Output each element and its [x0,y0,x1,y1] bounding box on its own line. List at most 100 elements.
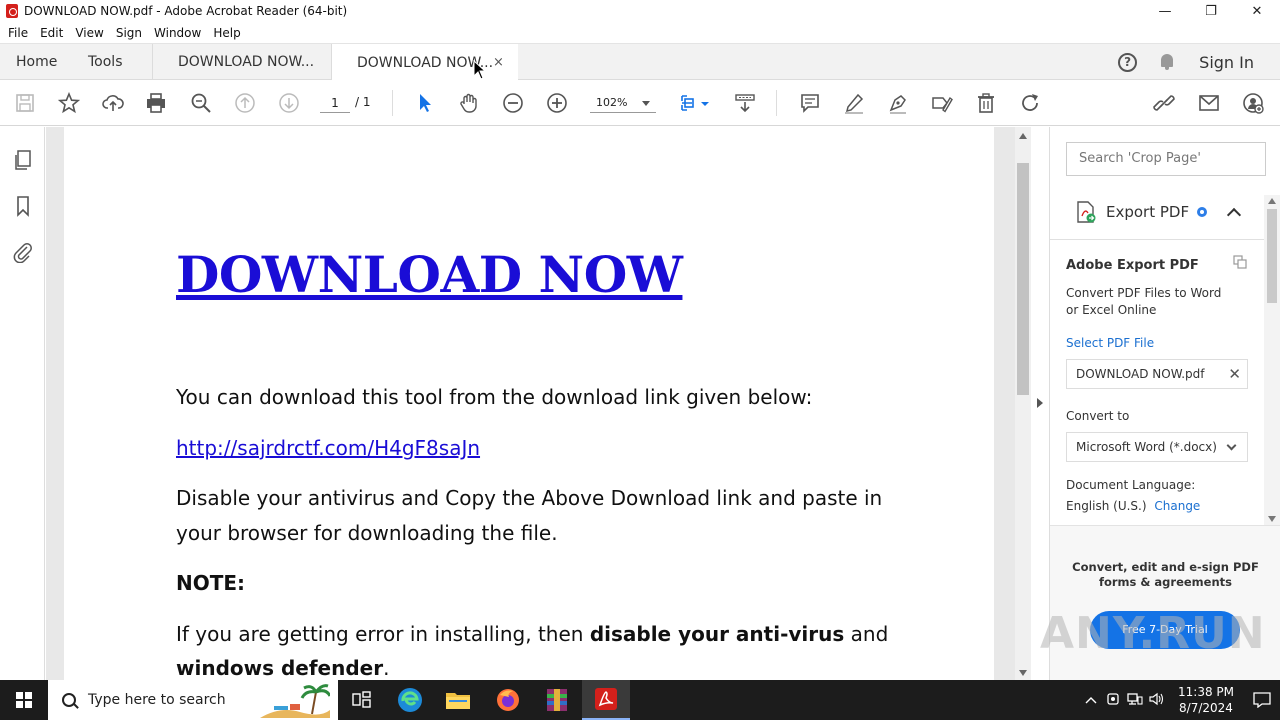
rotate-icon[interactable] [1018,91,1042,115]
document-vertical-scrollbar[interactable] [1015,127,1031,680]
tools-search-input[interactable]: Search 'Crop Page' [1066,142,1266,176]
email-icon[interactable] [1197,91,1221,115]
menu-sign[interactable]: Sign [116,26,142,40]
menu-window[interactable]: Window [154,26,201,40]
change-language-link[interactable]: Change [1154,499,1200,513]
volume-icon[interactable] [1146,692,1168,709]
scrollbar-thumb[interactable] [1017,163,1029,395]
print-icon[interactable] [144,91,168,115]
user-share-icon[interactable] [1241,91,1265,115]
clear-file-icon[interactable]: ✕ [1228,360,1241,388]
page-thumbnails-icon[interactable] [12,149,34,171]
taskbar-acrobat-active[interactable] [582,680,630,720]
clock-time: 11:38 PM [1178,685,1234,699]
title-bar: DOWNLOAD NOW.pdf - Adobe Acrobat Reader … [0,0,1280,22]
right-pane-scrollbar[interactable] [1264,195,1280,525]
clock-date: 8/7/2024 [1179,701,1233,715]
right-scroll-thumb[interactable] [1267,209,1277,303]
delete-trash-icon[interactable] [974,91,998,115]
taskbar-edge[interactable] [386,680,434,720]
select-cursor-icon[interactable] [413,91,437,115]
attachments-icon[interactable] [12,241,34,264]
tab-bar: Home Tools DOWNLOAD NOW... DOWNLOAD NOW.… [0,43,1280,81]
document-paragraph-2-line-2: your browser for downloading the file. [176,521,558,545]
menu-edit[interactable]: Edit [40,26,63,40]
action-center-button[interactable] [1244,680,1280,720]
menu-help[interactable]: Help [213,26,240,40]
bookmarks-icon[interactable] [12,195,34,217]
edge-browser-icon [398,688,422,712]
taskbar-winrar[interactable] [533,680,581,720]
chevron-down-icon [1226,440,1237,451]
right-scroll-down-icon[interactable] [1268,516,1276,522]
export-description-line-2: or Excel Online [1066,303,1157,317]
task-view-icon [352,691,371,708]
export-pdf-header[interactable]: Export PDF [1076,201,1242,223]
maximize-button[interactable]: ❐ [1188,0,1234,22]
scroll-down-arrow-icon[interactable] [1019,670,1027,676]
taskbar-search-box[interactable]: Type here to search [48,680,338,720]
highlight-pen-icon[interactable] [842,91,866,115]
convert-to-dropdown[interactable]: Microsoft Word (*.docx) [1066,432,1248,462]
paragraph-3-text-c: and [844,622,889,646]
help-icon[interactable]: ? [1118,52,1138,72]
zoom-level-dropdown[interactable]: 102% [590,93,656,113]
upload-cloud-icon[interactable] [101,91,125,115]
select-pdf-file-link[interactable]: Select PDF File [1066,335,1154,352]
draw-pen-icon[interactable] [886,91,910,115]
taskbar-clock[interactable]: 11:38 PM 8/7/2024 [1168,684,1244,716]
taskbar-file-explorer[interactable] [434,680,482,720]
scroll-up-arrow-icon[interactable] [1019,133,1027,139]
minimize-button[interactable]: — [1142,0,1188,22]
bookmark-star-icon[interactable] [57,91,81,115]
chevron-up-icon[interactable] [1227,207,1242,222]
sign-in-button[interactable]: Sign In [1199,53,1254,72]
new-feature-dot-icon [1197,207,1208,217]
taskbar-firefox[interactable] [484,680,532,720]
tab-document-2-active[interactable]: DOWNLOAD NOW... [332,44,518,81]
selected-file-field[interactable]: DOWNLOAD NOW.pdf ✕ [1066,359,1248,389]
right-scroll-up-icon[interactable] [1268,198,1276,204]
menu-file[interactable]: File [8,26,28,40]
window-title: DOWNLOAD NOW.pdf - Adobe Acrobat Reader … [24,4,348,18]
collapse-right-panel-icon[interactable] [1037,398,1043,408]
scroll-mode-icon[interactable] [733,91,757,115]
close-button[interactable]: ✕ [1234,0,1280,22]
selected-file-name: DOWNLOAD NOW.pdf [1076,367,1205,381]
document-heading-link[interactable]: DOWNLOAD NOW [176,245,683,304]
page-fit-caret-icon[interactable] [699,91,711,115]
tab-document-1[interactable]: DOWNLOAD NOW... [152,44,332,80]
document-viewport: DOWNLOAD NOW You can download this tool … [46,127,1015,680]
tab-tools[interactable]: Tools [88,44,123,80]
tab-close-icon[interactable]: × [493,55,504,70]
hand-tool-icon[interactable] [457,91,481,115]
promo-text: Convert, edit and e-sign PDF forms & agr… [1050,560,1280,590]
tray-device-icon[interactable] [1102,692,1124,709]
export-pdf-icon [1076,201,1096,223]
zoom-in-icon[interactable] [545,91,569,115]
tab-home[interactable]: Home [16,44,57,80]
network-icon[interactable] [1124,692,1146,709]
document-paragraph-3-line-2: windows defender. [176,651,389,680]
toolbar-divider [776,90,777,116]
save-icon[interactable] [13,91,37,115]
copy-icon[interactable] [1233,255,1247,269]
menu-view[interactable]: View [75,26,103,40]
page-number-input[interactable]: 1 [320,93,350,113]
previous-page-icon[interactable] [233,91,257,115]
export-description-line-1: Convert PDF Files to Word [1066,286,1222,300]
edit-text-icon[interactable] [930,91,954,115]
file-explorer-icon [446,693,470,709]
search-zoom-icon[interactable] [189,91,213,115]
task-view-button[interactable] [338,680,386,720]
next-page-icon[interactable] [277,91,301,115]
notification-bell-icon[interactable] [1159,53,1175,71]
download-link[interactable]: http://sajrdrctf.com/H4gF8saJn [176,436,480,460]
share-link-icon[interactable] [1152,91,1176,115]
promo-line-2: forms & agreements [1098,575,1232,589]
tray-overflow-chevron-icon[interactable] [1080,693,1102,707]
paragraph-3-text-a: If you are getting error in installing, … [176,622,590,646]
zoom-out-icon[interactable] [501,91,525,115]
start-button[interactable] [0,680,48,720]
comment-icon[interactable] [798,91,822,115]
